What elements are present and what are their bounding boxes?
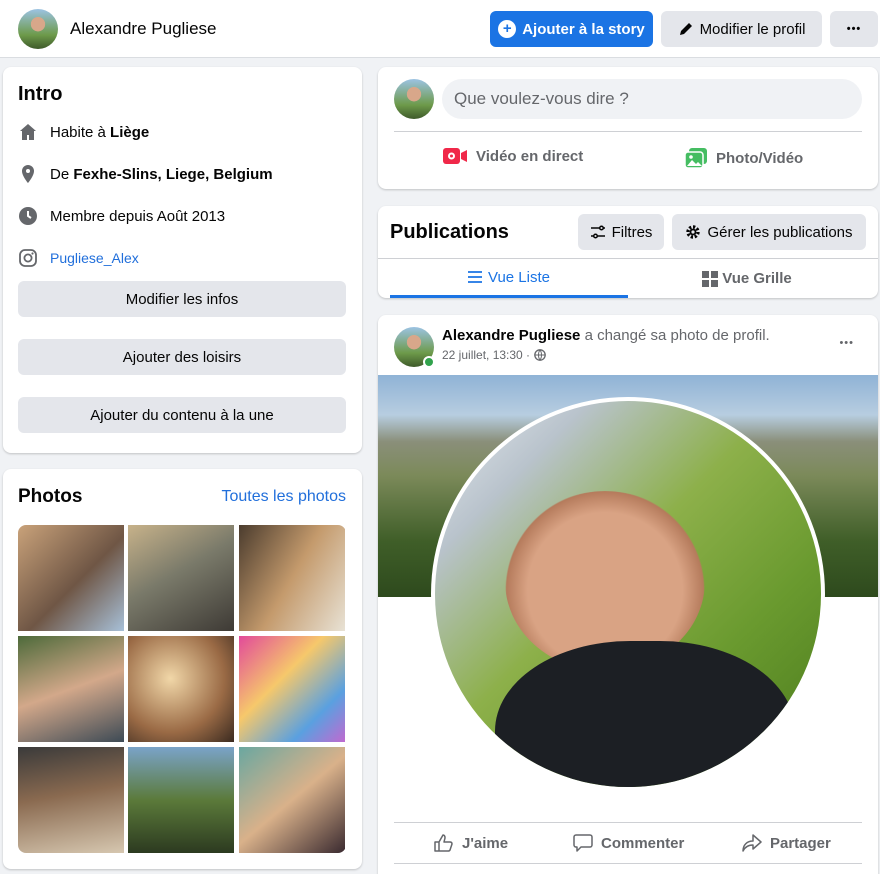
composer-placeholder: Que voulez-vous dire ? [454,89,629,108]
like-button[interactable]: J'aime [434,834,508,852]
grid-view-label: Vue Grille [722,270,792,287]
pencil-icon [678,21,694,37]
photos-grid [18,525,346,853]
photo-video-icon [684,147,708,169]
photo-thumbnail[interactable] [128,747,234,853]
filters-button[interactable]: Filtres [578,214,664,250]
photo-thumbnail[interactable] [128,636,234,742]
list-view-label: Vue Liste [488,268,550,286]
post-timestamp[interactable]: 22 juillet, 13:30 · [442,348,530,362]
photo-thumbnail[interactable] [18,747,124,853]
thumbs-up-icon [434,834,454,852]
location-pin-icon [18,164,38,184]
comment-label: Commenter [601,834,685,852]
photo-thumbnail[interactable] [239,525,345,631]
more-dots-icon: ••• [846,23,862,35]
live-video-label: Vidéo en direct [476,147,584,165]
edit-info-button[interactable]: Modifier les infos [18,281,346,317]
photo-thumbnail[interactable] [239,747,345,853]
composer-card: Que voulez-vous dire ? Vidéo en direct P… [378,67,878,189]
photo-video-label: Photo/Vidéo [716,149,804,167]
post-header-line: Alexandre Pugliese a changé sa photo de … [442,327,770,344]
photo-video-button[interactable]: Photo/Vidéo [684,147,803,169]
post-author-name[interactable]: Alexandre Pugliese [442,327,580,344]
post-meta: 22 juillet, 13:30 · [442,348,546,362]
composer-avatar[interactable] [394,79,434,119]
add-hobbies-label: Ajouter des loisirs [122,348,242,366]
profile-header-bar: Alexandre Pugliese + Ajouter à la story … [0,0,880,58]
clock-icon [18,206,38,226]
photos-title: Photos [18,486,83,507]
more-options-button[interactable]: ••• [830,11,878,47]
member-since-row: Membre depuis Août 2013 [18,206,225,226]
post-bottom-divider [394,863,862,864]
share-label: Partager [770,834,831,852]
avatar-image [394,79,434,119]
post-author-avatar[interactable] [394,327,435,368]
post-actions-divider [394,822,862,823]
live-video-button[interactable]: Vidéo en direct [442,147,583,165]
see-all-photos-link[interactable]: Toutes les photos [221,488,346,506]
header-avatar[interactable] [18,9,58,49]
profile-photo-shoulders [495,641,795,787]
photo-thumbnail[interactable] [18,636,124,742]
home-icon [18,122,38,142]
post-card: Alexandre Pugliese a changé sa photo de … [378,315,878,874]
photo-thumbnail[interactable] [128,525,234,631]
photo-thumbnail[interactable] [239,636,345,742]
add-hobbies-button[interactable]: Ajouter des loisirs [18,339,346,375]
share-arrow-icon [742,834,762,852]
avatar-image [18,9,58,49]
tab-list-view[interactable]: Vue Liste [390,259,628,298]
manage-publications-button[interactable]: Gérer les publications [672,214,866,250]
instagram-link[interactable]: Pugliese_Alex [50,250,139,266]
instagram-icon [18,248,38,268]
edit-profile-button[interactable]: Modifier le profil [661,11,822,47]
composer-divider [394,131,862,132]
add-to-story-label: Ajouter à la story [522,20,645,38]
like-label: J'aime [462,834,509,852]
from-place[interactable]: Fexhe-Slins, Liege, Belgium [73,166,272,183]
instagram-row: Pugliese_Alex [18,248,139,268]
comment-button[interactable]: Commenter [573,834,684,852]
filters-label: Filtres [611,223,653,241]
from-prefix: De [50,165,70,183]
publications-title: Publications [390,221,509,243]
post-action-text: a changé sa photo de profil. [584,327,770,344]
profile-name[interactable]: Alexandre Pugliese [70,19,216,39]
intro-title: Intro [18,83,63,105]
filter-sliders-icon [590,224,606,240]
edit-info-label: Modifier les infos [125,290,239,308]
profile-photo-circle[interactable] [431,397,825,791]
intro-card: Intro Habite à Liège De Fexhe-Slins, Lie… [3,67,362,453]
lives-in-row: Habite à Liège [18,122,149,142]
plus-circle-icon: + [498,20,517,38]
publications-card: Publications Filtres Gérer les publicati… [378,206,878,298]
online-status-dot [423,356,435,368]
globe-icon [534,349,546,361]
comment-bubble-icon [573,834,593,852]
add-featured-button[interactable]: Ajouter du contenu à la une [18,397,346,433]
member-since-text: Membre depuis Août 2013 [50,207,226,225]
from-row: De Fexhe-Slins, Liege, Belgium [18,164,273,184]
composer-input[interactable]: Que voulez-vous dire ? [442,79,862,119]
list-icon [468,271,482,283]
tab-grid-view[interactable]: Vue Grille [628,259,866,298]
grid-icon [702,270,719,287]
add-featured-label: Ajouter du contenu à la une [90,406,274,424]
manage-publications-label: Gérer les publications [707,223,853,241]
lives-place[interactable]: Liège [110,124,149,141]
photo-thumbnail[interactable] [18,525,124,631]
add-to-story-button[interactable]: + Ajouter à la story [490,11,653,47]
gear-icon [685,224,701,240]
share-button[interactable]: Partager [742,834,831,852]
photos-card: Photos Toutes les photos [3,469,362,869]
post-more-button[interactable]: ••• [839,337,854,349]
edit-profile-label: Modifier le profil [699,20,806,38]
live-video-icon [442,147,468,165]
lives-prefix: Habite à [50,123,106,141]
